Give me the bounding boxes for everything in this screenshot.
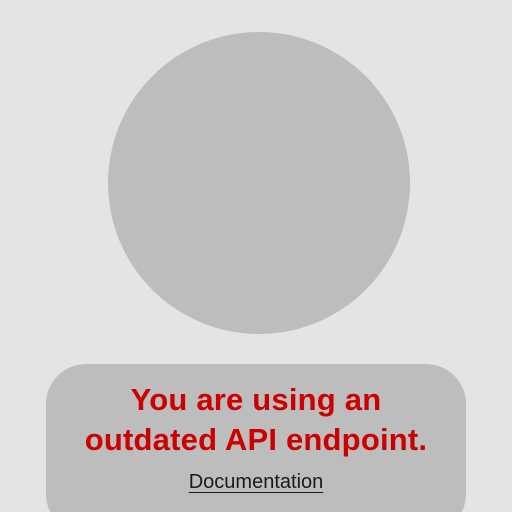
documentation-link-container: Documentation bbox=[46, 469, 466, 495]
error-message-line-1: You are using an bbox=[130, 382, 382, 417]
outdated-endpoint-placeholder: You are using an outdated API endpoint. … bbox=[0, 0, 512, 512]
user-silhouette-icon-head bbox=[108, 32, 410, 334]
error-message-line-2: outdated API endpoint. bbox=[84, 422, 428, 457]
documentation-link[interactable]: Documentation bbox=[189, 471, 324, 493]
error-message: You are using an outdated API endpoint. bbox=[46, 380, 466, 460]
